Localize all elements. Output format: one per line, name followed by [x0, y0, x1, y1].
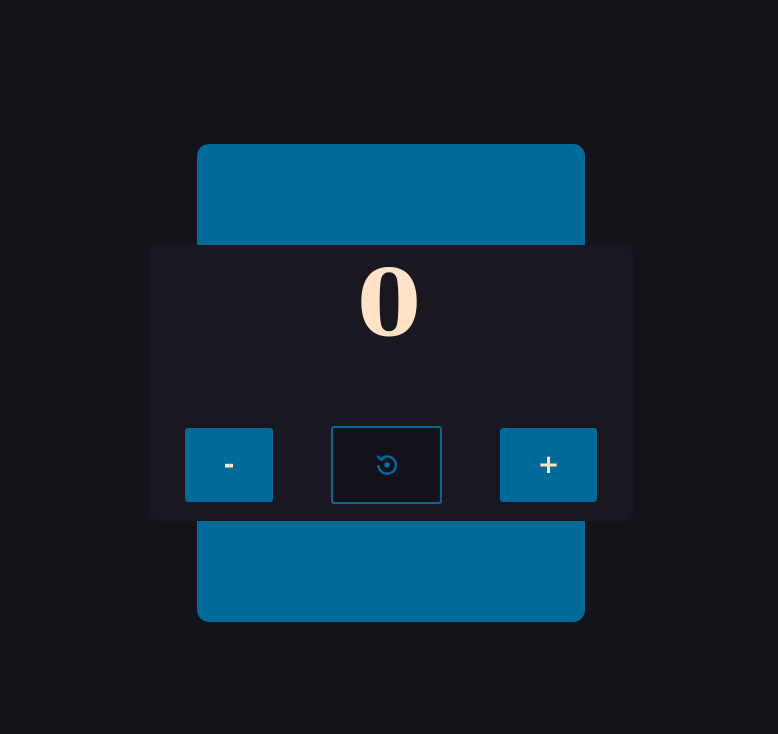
reset-button[interactable]	[331, 426, 442, 504]
increment-button[interactable]: +	[500, 428, 597, 502]
decrement-label: -	[223, 450, 235, 480]
decrement-button[interactable]: -	[185, 428, 273, 502]
reset-icon	[374, 452, 400, 478]
counter-value: 0	[356, 249, 421, 357]
increment-label: +	[537, 450, 560, 480]
